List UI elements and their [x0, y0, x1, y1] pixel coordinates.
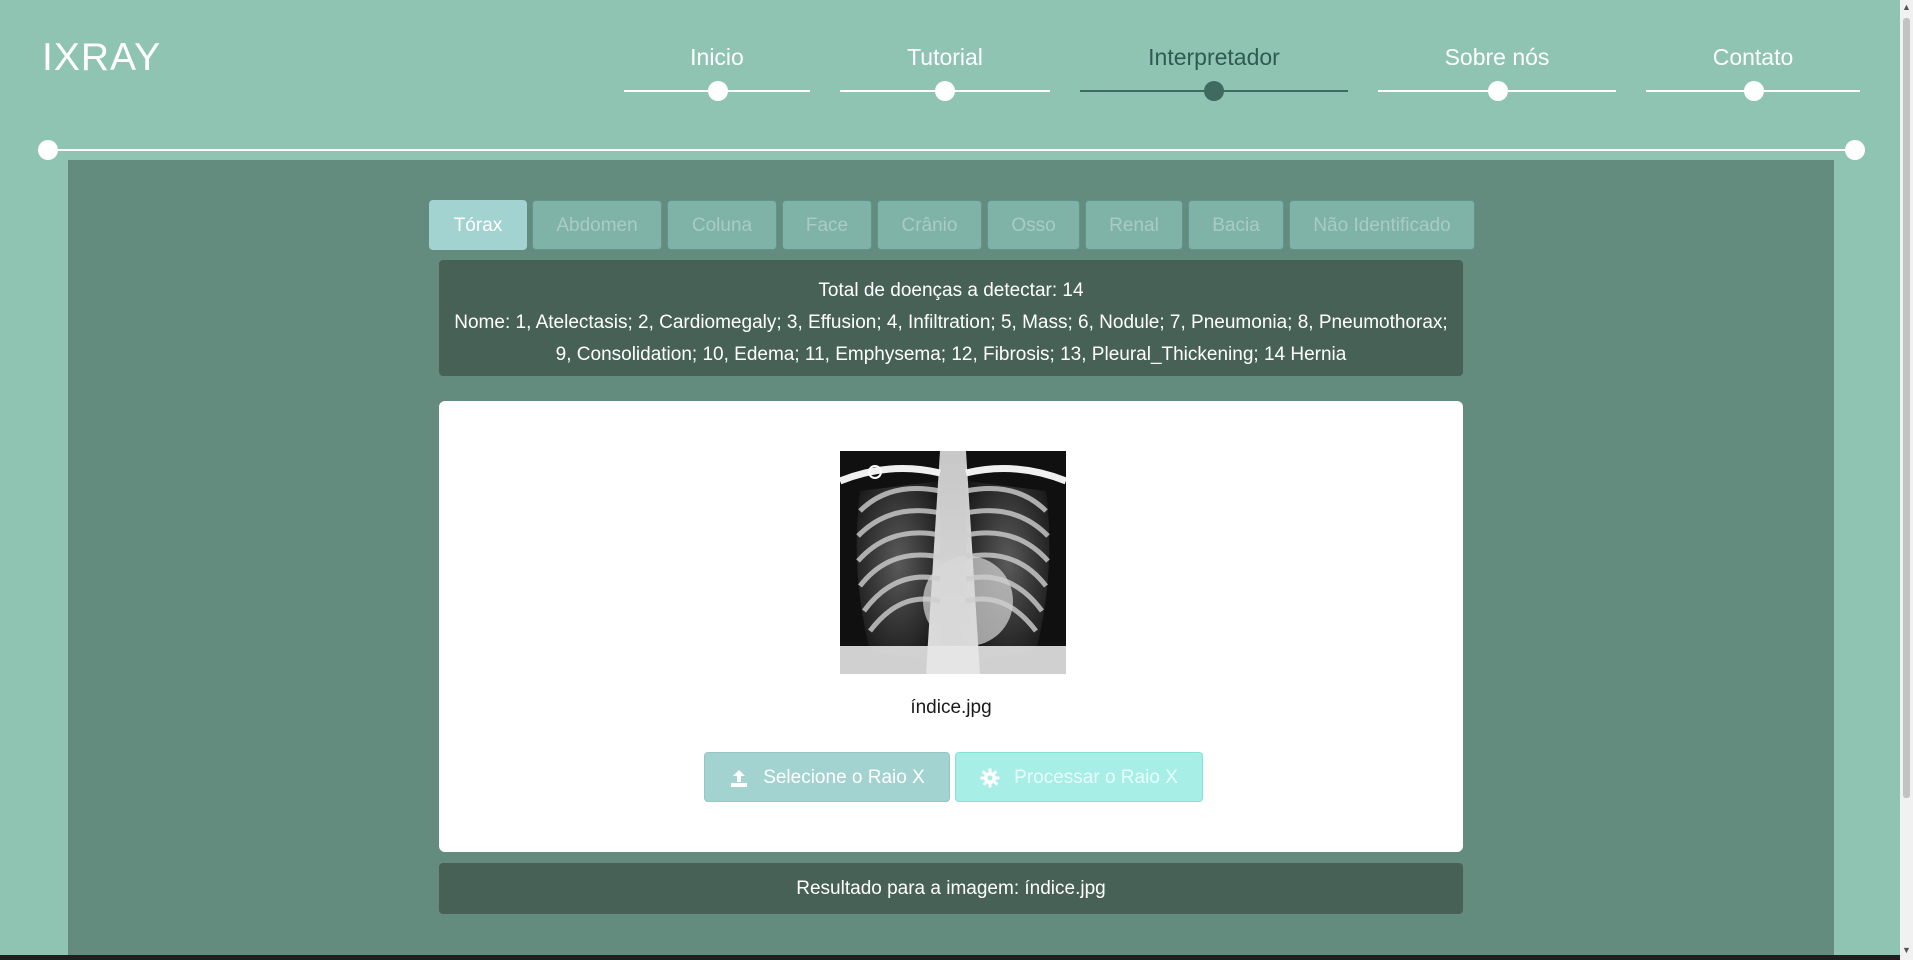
tab-face[interactable]: Face [782, 200, 872, 250]
scroll-up-icon[interactable]: ▲ [1902, 3, 1911, 12]
process-xray-button[interactable]: Processar o Raio X [955, 752, 1203, 802]
timeline-start-dot [38, 140, 58, 160]
select-xray-button[interactable]: Selecione o Raio X [704, 752, 950, 802]
vertical-scrollbar[interactable]: ▲ ▼ [1900, 0, 1913, 960]
nav-item-sobre-nos[interactable]: Sobre nós [1378, 44, 1616, 71]
nav-label-tutorial[interactable]: Tutorial [840, 44, 1050, 71]
tab-renal[interactable]: Renal [1085, 200, 1183, 250]
nav-label-sobre-nos[interactable]: Sobre nós [1378, 44, 1616, 71]
nav-dot-inicio[interactable] [708, 81, 728, 101]
nav-item-inicio[interactable]: Inicio [624, 44, 810, 71]
tab-nao-identificado[interactable]: Não Identificado [1289, 200, 1475, 250]
nav-item-contato[interactable]: Contato [1646, 44, 1860, 71]
scroll-down-icon[interactable]: ▼ [1902, 946, 1911, 955]
result-text: Resultado para a imagem: índice.jpg [796, 878, 1106, 899]
xray-preview-image [840, 451, 1066, 674]
disease-info-box: Total de doenças a detectar: 14 Nome: 1,… [439, 260, 1463, 376]
tab-abdomen[interactable]: Abdomen [532, 200, 662, 250]
tab-torax[interactable]: Tórax [429, 200, 527, 250]
tab-coluna[interactable]: Coluna [667, 200, 777, 250]
nav-dot-tutorial[interactable] [935, 81, 955, 101]
tab-osso[interactable]: Osso [987, 200, 1080, 250]
nav-label-inicio[interactable]: Inicio [624, 44, 810, 71]
selected-filename: índice.jpg [910, 697, 992, 718]
brand-logo[interactable]: IXRAY [42, 36, 161, 80]
nav-label-contato[interactable]: Contato [1646, 44, 1860, 71]
tab-bacia[interactable]: Bacia [1188, 200, 1284, 250]
nav-item-interpretador[interactable]: Interpretador [1080, 44, 1348, 71]
scrollbar-thumb[interactable] [1903, 18, 1910, 798]
upload-icon [729, 768, 749, 788]
tab-cranio[interactable]: Crânio [877, 200, 982, 250]
top-navigation: IXRAY Inicio Tutorial Interpretador Sobr… [0, 0, 1900, 160]
timeline-end-dot [1845, 140, 1865, 160]
nav-label-interpretador[interactable]: Interpretador [1080, 44, 1348, 71]
select-xray-label: Selecione o Raio X [763, 767, 925, 788]
upload-card: índice.jpg Selecione o Raio X Processar … [439, 401, 1463, 852]
process-xray-label: Processar o Raio X [1014, 767, 1178, 788]
nav-item-tutorial[interactable]: Tutorial [840, 44, 1050, 71]
nav-dot-contato[interactable] [1744, 81, 1764, 101]
total-diseases-text: Total de doenças a detectar: 14 [818, 280, 1084, 301]
nav-dot-interpretador[interactable] [1204, 81, 1224, 101]
nav-dot-sobre-nos[interactable] [1488, 81, 1508, 101]
gear-icon [980, 768, 1000, 788]
timeline-line [47, 149, 1855, 151]
result-box: Resultado para a imagem: índice.jpg [439, 863, 1463, 914]
disease-names-line-1: Nome: 1, Atelectasis; 2, Cardiomegaly; 3… [454, 312, 1448, 333]
interpreter-panel: Tórax Abdomen Coluna Face Crânio Osso Re… [68, 160, 1834, 960]
window-bottom-edge [0, 955, 1900, 960]
disease-names-line-2: 9, Consolidation; 10, Edema; 11, Emphyse… [555, 344, 1347, 365]
chest-xray-illustration [840, 451, 1066, 674]
